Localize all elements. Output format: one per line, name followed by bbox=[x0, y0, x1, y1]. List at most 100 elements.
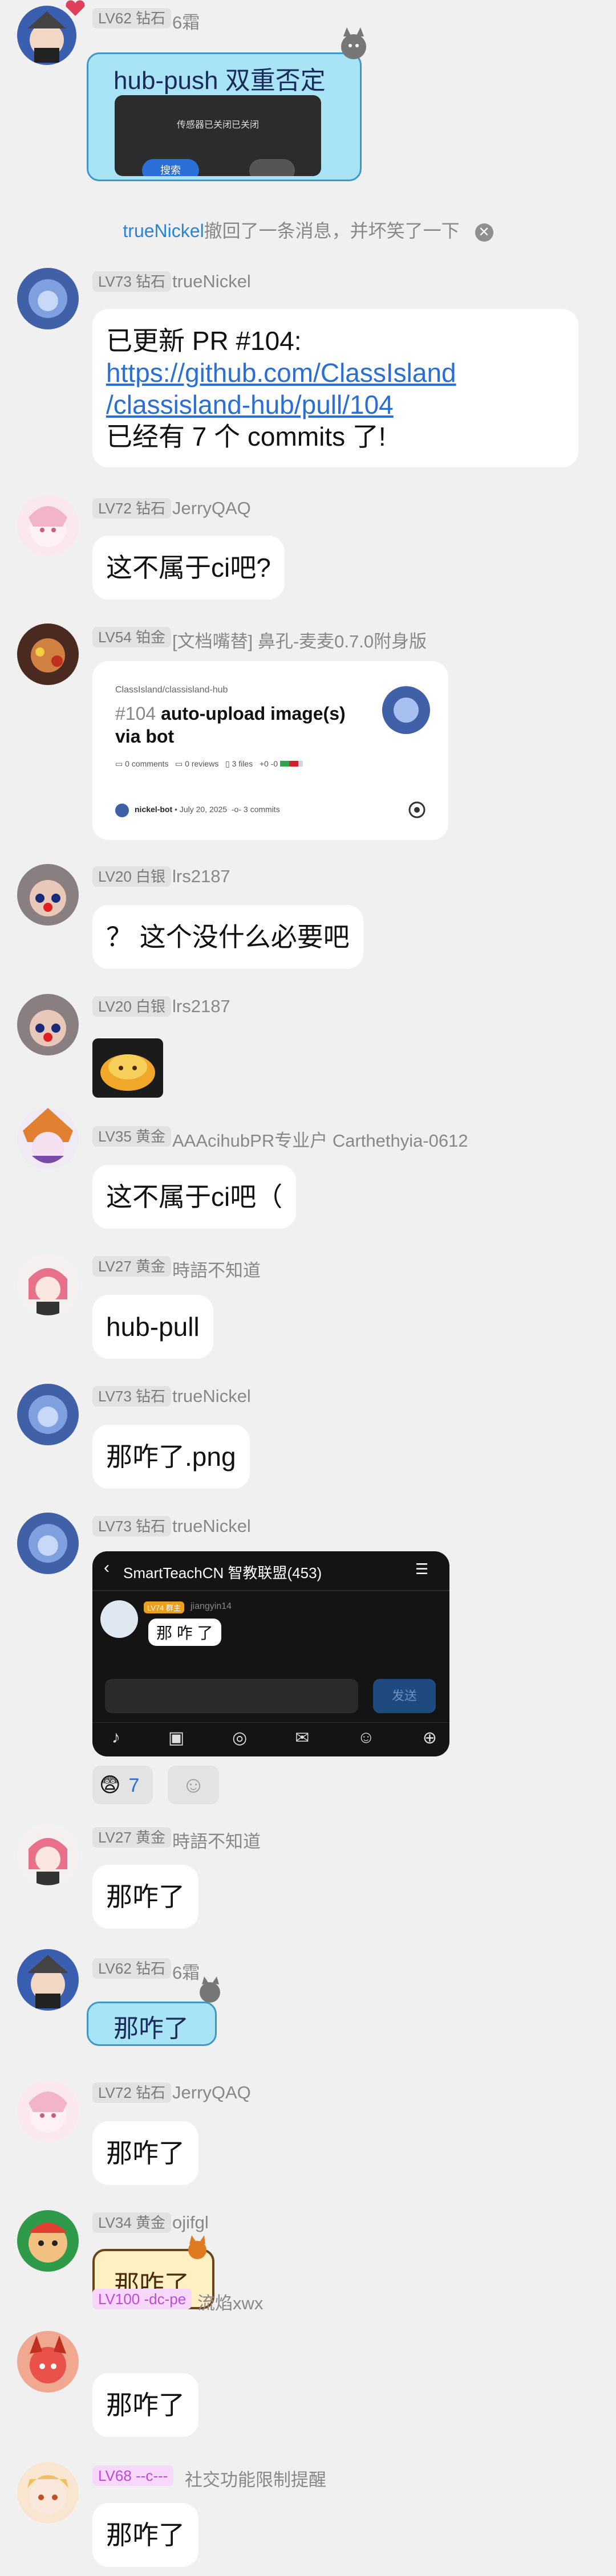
avatar[interactable] bbox=[17, 1949, 79, 2011]
user-level-badge: LV100 -dc-pe bbox=[92, 2289, 192, 2309]
user-level-badge: LV72 钻石 bbox=[92, 498, 172, 519]
user-level-badge: LV62 钻石 bbox=[92, 1958, 172, 1979]
user-name[interactable]: 時語不知道 bbox=[172, 1256, 261, 1282]
user-name[interactable]: trueNickel bbox=[172, 1516, 251, 1536]
avatar[interactable] bbox=[17, 1824, 79, 1885]
avatar[interactable] bbox=[17, 864, 79, 926]
message-text: 那咋了 bbox=[106, 2520, 185, 2550]
message-bubble[interactable]: hub-pull bbox=[92, 1295, 213, 1359]
sticker-image bbox=[100, 1054, 155, 1091]
close-circle-icon[interactable]: ✕ bbox=[475, 223, 493, 242]
pr-stats: ▭ 0 comments ▭ 0 reviews ▯ 3 files +0 -0 bbox=[115, 759, 303, 769]
user-level-badge: LV20 白银 bbox=[92, 866, 172, 887]
user-name[interactable]: AAAcihubPR专业户 Carthethyia-0612 bbox=[172, 1126, 468, 1152]
user-name[interactable]: 6霜 bbox=[172, 8, 200, 34]
file-icon: ▯ bbox=[225, 759, 230, 768]
reaction-count: 7 bbox=[128, 1775, 140, 1796]
avatar[interactable] bbox=[17, 1108, 79, 1169]
message-text: 已经有 7 个 commits 了! bbox=[106, 422, 386, 451]
avatar[interactable] bbox=[17, 1254, 79, 1315]
message-bubble[interactable]: 那咋了 bbox=[87, 2002, 217, 2046]
message-text: hub-pull bbox=[106, 1312, 200, 1342]
user-level-badge: LV27 黄金 bbox=[92, 1256, 172, 1277]
chat-screenshot-image[interactable]: ‹ SmartTeachCN 智教联盟(453) ☰ LV74 群主 jiang… bbox=[92, 1551, 449, 1756]
avatar[interactable] bbox=[17, 2331, 79, 2392]
avatar[interactable] bbox=[17, 994, 79, 1055]
message-bubble[interactable]: hub-push 双重否定 传感器已关闭已关闭 搜索 bbox=[87, 52, 362, 181]
message-text: 那咋了 bbox=[106, 2138, 185, 2168]
back-chevron-icon: ‹ bbox=[104, 1558, 110, 1577]
message-bubble[interactable]: 那咋了 bbox=[92, 2121, 198, 2185]
github-pr-card[interactable]: ClassIsland/classisland-hub #104 auto-up… bbox=[92, 661, 448, 840]
avatar-image bbox=[17, 1108, 79, 1169]
message-bubble[interactable]: 已更新 PR #104: https://github.com/ClassIsl… bbox=[92, 309, 578, 467]
user-name[interactable]: 時語不知道 bbox=[172, 1827, 261, 1853]
divider bbox=[92, 1590, 449, 1591]
mic-icon: ♪ bbox=[112, 1728, 120, 1747]
message-text: 那咋了 bbox=[106, 2390, 185, 2420]
message-bubble[interactable]: 这不属于ci吧? bbox=[92, 536, 285, 600]
user-name[interactable]: trueNickel bbox=[172, 1386, 251, 1407]
avatar-image bbox=[17, 2462, 79, 2524]
message-text: 那咋了 bbox=[106, 1882, 185, 1911]
add-reaction-icon[interactable]: ☺ bbox=[168, 1766, 219, 1804]
avatar[interactable] bbox=[17, 1513, 79, 1574]
message-text: hub-push 双重否定 bbox=[114, 67, 326, 95]
user-name[interactable]: JerryQAQ bbox=[172, 498, 251, 519]
reaction-chip[interactable]: 😨 7 bbox=[92, 1766, 153, 1804]
embedded-screenshot[interactable]: 传感器已关闭已关闭 搜索 bbox=[115, 95, 321, 176]
user-level-badge: LV72 钻石 bbox=[92, 2082, 172, 2103]
pr-date: July 20, 2025 bbox=[179, 805, 228, 814]
avatar-image bbox=[17, 268, 79, 329]
message-bubble[interactable]: ？ 这个没什么必要吧 bbox=[92, 905, 363, 969]
user-name[interactable]: lrs2187 bbox=[172, 996, 230, 1017]
screenshot-button: 搜索 bbox=[142, 159, 199, 176]
screenshot-chat-title: SmartTeachCN 智教联盟(453) bbox=[123, 1564, 322, 1582]
pr-link[interactable]: https://github.com/ClassIsland bbox=[106, 357, 565, 389]
message-text: 这不属于ci吧? bbox=[106, 553, 271, 582]
pr-author: nickel-bot bbox=[135, 805, 173, 814]
avatar[interactable] bbox=[17, 623, 79, 685]
user-name[interactable]: 社交功能限制提醒 bbox=[185, 2465, 326, 2491]
user-name[interactable]: JerryQAQ bbox=[172, 2082, 251, 2103]
pr-number: #104 bbox=[115, 703, 156, 724]
user-name[interactable]: ojifgl bbox=[172, 2212, 209, 2233]
avatar-image bbox=[17, 2210, 79, 2272]
avatar-image bbox=[17, 1824, 79, 1885]
reaction-emoji: 😨 bbox=[99, 1773, 121, 1796]
user-level-badge: LV73 钻石 bbox=[92, 1516, 172, 1536]
user-name[interactable]: 流焰xwx bbox=[197, 2289, 263, 2314]
user-level-badge: LV62 钻石 bbox=[92, 8, 172, 28]
screenshot-send-button: 发送 bbox=[373, 1679, 436, 1713]
user-level-badge: LV35 黄金 bbox=[92, 1126, 172, 1147]
user-level-badge: LV73 钻石 bbox=[92, 1386, 172, 1407]
avatar[interactable] bbox=[17, 1384, 79, 1445]
message-bubble[interactable]: 那咋了 bbox=[92, 2503, 198, 2567]
user-name[interactable]: [文档嘴替] 鼻孔-麦麦0.7.0附身版 bbox=[172, 627, 427, 653]
user-level-badge: LV73 钻石 bbox=[92, 271, 172, 292]
message-bubble[interactable]: 那咋了 bbox=[92, 2373, 198, 2437]
avatar[interactable] bbox=[17, 2210, 79, 2272]
recall-user-name[interactable]: trueNickel bbox=[123, 221, 204, 241]
avatar[interactable] bbox=[17, 2080, 79, 2142]
golden-blob-sticker[interactable] bbox=[92, 1038, 163, 1098]
pr-link-continued[interactable]: /classisland-hub/pull/104 bbox=[106, 389, 565, 421]
avatar[interactable] bbox=[17, 268, 79, 329]
avatar[interactable] bbox=[17, 495, 79, 556]
comment-icon: ▭ bbox=[115, 759, 123, 768]
user-name[interactable]: trueNickel bbox=[172, 271, 251, 292]
github-icon bbox=[408, 801, 425, 818]
message-bubble[interactable]: 那咋了.png bbox=[92, 1425, 250, 1489]
user-name[interactable]: lrs2187 bbox=[172, 866, 230, 887]
envelope-icon: ✉ bbox=[295, 1729, 310, 1747]
message-bubble[interactable]: 那咋了 bbox=[92, 1865, 198, 1929]
user-level-badge: LV54 铂金 bbox=[92, 627, 172, 647]
avatar-image bbox=[17, 864, 79, 926]
avatar-image bbox=[17, 495, 79, 556]
avatar[interactable] bbox=[17, 2462, 79, 2524]
screenshot-avatar bbox=[100, 1600, 138, 1638]
commit-icon: -o- bbox=[231, 805, 242, 814]
message-bubble[interactable]: 这不属于ci吧（ bbox=[92, 1165, 297, 1229]
user-level-badge: LV34 黄金 bbox=[92, 2212, 172, 2233]
message-text: ？ 这个没什么必要吧 bbox=[106, 922, 350, 952]
